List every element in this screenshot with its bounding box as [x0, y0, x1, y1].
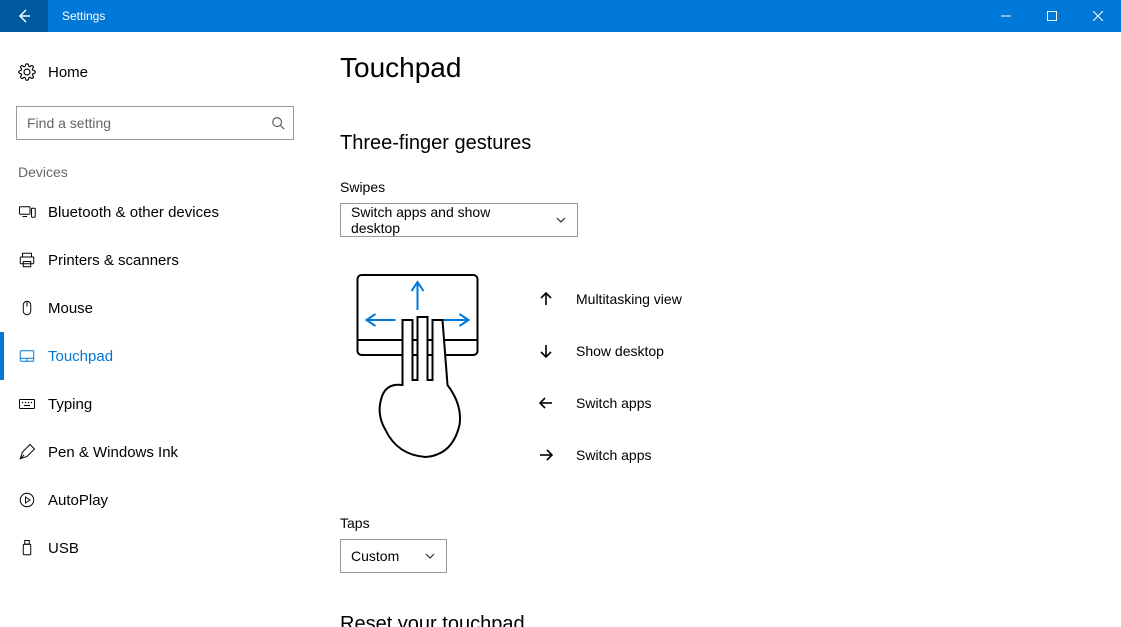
- swipes-value: Switch apps and show desktop: [351, 204, 541, 236]
- mouse-icon: [18, 299, 36, 317]
- sidebar: Home Devices Bluetooth & other devices P…: [0, 32, 310, 627]
- gesture-label: Switch apps: [576, 395, 651, 411]
- close-button[interactable]: [1075, 0, 1121, 32]
- taps-value: Custom: [351, 548, 399, 564]
- taps-label: Taps: [340, 515, 1121, 531]
- sidebar-item-label: Touchpad: [48, 348, 113, 365]
- gesture-row-up: Multitasking view: [538, 273, 682, 325]
- search-input[interactable]: [17, 107, 293, 139]
- arrow-right-icon: [538, 447, 554, 463]
- sidebar-item-mouse[interactable]: Mouse: [0, 284, 310, 332]
- title-bar: Settings: [0, 0, 1121, 32]
- sidebar-item-label: Printers & scanners: [48, 252, 179, 269]
- pen-icon: [18, 443, 36, 461]
- gesture-label: Show desktop: [576, 343, 664, 359]
- arrow-down-icon: [538, 343, 554, 359]
- gear-icon: [18, 63, 36, 81]
- touchpad-gesture-illustration: [345, 265, 490, 465]
- main-content: Touchpad Three-finger gestures Swipes Sw…: [310, 32, 1121, 627]
- sidebar-item-label: USB: [48, 540, 79, 557]
- gesture-label: Switch apps: [576, 447, 651, 463]
- gesture-row-right: Switch apps: [538, 429, 682, 481]
- search-icon: [271, 116, 285, 130]
- usb-icon: [18, 539, 36, 557]
- gesture-row-down: Show desktop: [538, 325, 682, 377]
- sidebar-item-label: Mouse: [48, 300, 93, 317]
- gesture-row-left: Switch apps: [538, 377, 682, 429]
- sidebar-item-bluetooth[interactable]: Bluetooth & other devices: [0, 188, 310, 236]
- arrow-left-icon: [538, 395, 554, 411]
- taps-dropdown[interactable]: Custom: [340, 539, 447, 573]
- gesture-label: Multitasking view: [576, 291, 682, 307]
- home-link[interactable]: Home: [0, 52, 310, 92]
- swipes-dropdown[interactable]: Switch apps and show desktop: [340, 203, 578, 237]
- maximize-button[interactable]: [1029, 0, 1075, 32]
- window-title: Settings: [48, 0, 105, 32]
- arrow-up-icon: [538, 291, 554, 307]
- home-label: Home: [48, 64, 88, 81]
- arrow-left-icon: [16, 8, 32, 24]
- sidebar-item-printers[interactable]: Printers & scanners: [0, 236, 310, 284]
- page-title: Touchpad: [340, 52, 1121, 84]
- sidebar-item-touchpad[interactable]: Touchpad: [0, 332, 310, 380]
- maximize-icon: [1047, 11, 1057, 21]
- chevron-down-icon: [555, 214, 567, 226]
- sidebar-item-label: Pen & Windows Ink: [48, 444, 178, 461]
- reset-section-title: Reset your touchpad: [340, 613, 1121, 627]
- sidebar-item-autoplay[interactable]: AutoPlay: [0, 476, 310, 524]
- search-box[interactable]: [16, 106, 294, 140]
- sidebar-item-pen[interactable]: Pen & Windows Ink: [0, 428, 310, 476]
- sidebar-item-label: AutoPlay: [48, 492, 108, 509]
- swipes-label: Swipes: [340, 179, 1121, 195]
- sidebar-group-label: Devices: [0, 158, 310, 188]
- gesture-list: Multitasking view Show desktop Switch ap…: [538, 265, 682, 481]
- autoplay-icon: [18, 491, 36, 509]
- sidebar-item-usb[interactable]: USB: [0, 524, 310, 572]
- sidebar-item-typing[interactable]: Typing: [0, 380, 310, 428]
- touchpad-icon: [18, 347, 36, 365]
- sidebar-item-label: Bluetooth & other devices: [48, 204, 219, 221]
- sidebar-item-label: Typing: [48, 396, 92, 413]
- printer-icon: [18, 251, 36, 269]
- keyboard-icon: [18, 395, 36, 413]
- minimize-icon: [1001, 11, 1011, 21]
- back-button[interactable]: [0, 0, 48, 32]
- chevron-down-icon: [424, 550, 436, 562]
- devices-icon: [18, 203, 36, 221]
- close-icon: [1093, 11, 1103, 21]
- minimize-button[interactable]: [983, 0, 1029, 32]
- section-title: Three-finger gestures: [340, 132, 1121, 155]
